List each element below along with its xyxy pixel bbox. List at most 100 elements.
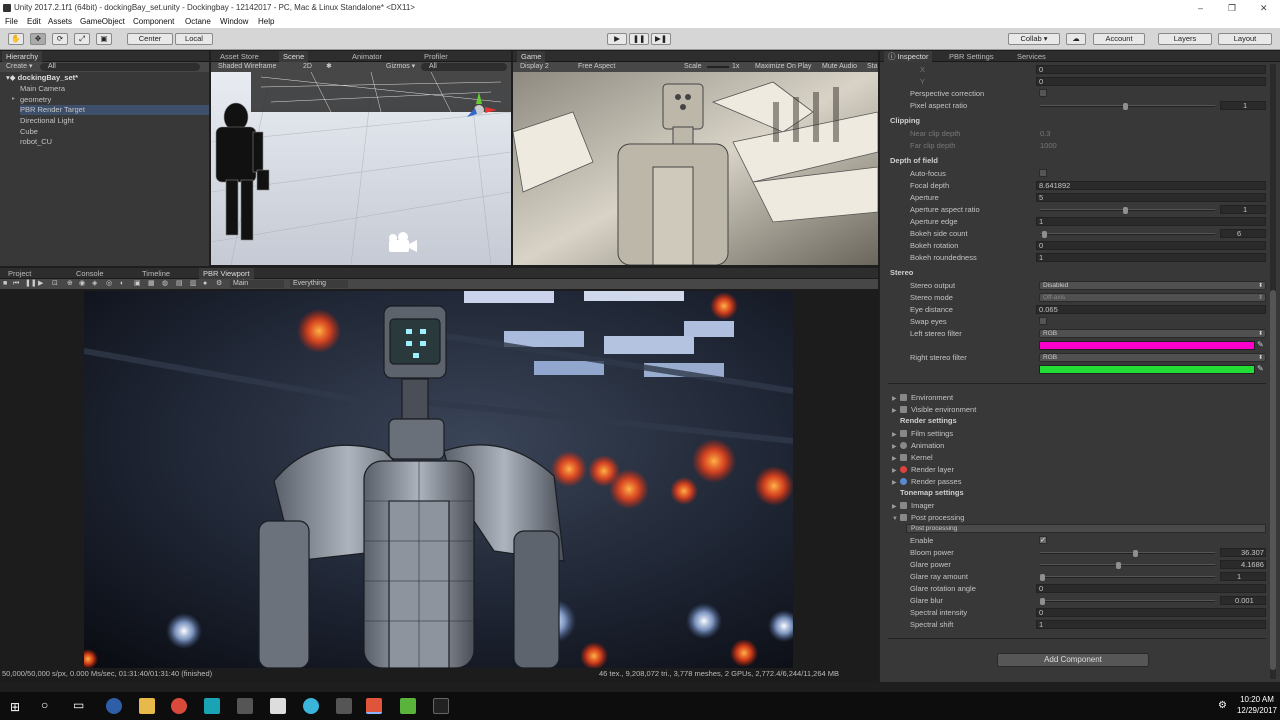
tab-pbr-viewport[interactable]: PBR Viewport (199, 268, 254, 279)
autofocus-checkbox[interactable] (1039, 169, 1047, 177)
mute-audio-toggle[interactable]: Mute Audio (822, 62, 857, 72)
maximize-on-play-toggle[interactable]: Maximize On Play (755, 62, 811, 72)
shading-mode-dropdown[interactable]: Shaded Wireframe (218, 62, 276, 72)
material-picker-icon[interactable]: ◈ (92, 279, 97, 289)
pixel-aspect-slider[interactable] (1040, 103, 1215, 110)
hierarchy-search-input[interactable]: All (40, 63, 200, 71)
tab-inspector[interactable]: ⓘ Inspector (884, 51, 933, 62)
unity-icon[interactable] (237, 698, 253, 714)
component-film-settings[interactable]: ▶ Film settings (892, 428, 953, 439)
maximize-button[interactable]: ❐ (1228, 0, 1236, 16)
account-button[interactable]: Account (1093, 33, 1145, 45)
bokeh-rotation-field[interactable]: 0 (1036, 241, 1266, 250)
aperture-aspect-field[interactable]: 1 (1220, 205, 1266, 214)
offset-x-field[interactable]: 0 (1036, 65, 1266, 74)
tab-game[interactable]: Game (517, 51, 546, 62)
hierarchy-item[interactable]: Directional Light (20, 116, 74, 126)
tab-profiler[interactable]: Profiler (420, 51, 452, 62)
gizmos-dropdown[interactable]: Gizmos ▾ (386, 62, 415, 72)
tab-project[interactable]: Project (4, 268, 35, 279)
menu-octane[interactable]: Octane (185, 16, 211, 28)
camtasia-icon[interactable] (400, 698, 416, 714)
focal-depth-field[interactable]: 8.641892 (1036, 181, 1266, 190)
glare-angle-field[interactable]: 0 (1036, 584, 1266, 593)
perspective-correction-checkbox[interactable] (1039, 89, 1047, 97)
start-render-icon[interactable]: ▶ (38, 279, 43, 289)
layers-button[interactable]: Layers (1158, 33, 1212, 45)
bokeh-roundedness-field[interactable]: 1 (1036, 253, 1266, 262)
component-render-layer[interactable]: ▶ Render layer (892, 464, 954, 475)
tab-timeline[interactable]: Timeline (138, 268, 174, 279)
subsample-icon[interactable]: ▤ (176, 279, 183, 289)
layout-button[interactable]: Layout (1218, 33, 1272, 45)
left-filter-dropdown[interactable]: RGB (1039, 329, 1266, 338)
component-visible-environment[interactable]: ▶ Visible environment (892, 404, 976, 415)
create-dropdown[interactable]: Create ▾ (6, 62, 32, 72)
app-icon[interactable] (106, 698, 122, 714)
bloom-power-field[interactable]: 36.307 (1220, 548, 1266, 557)
aspect-dropdown[interactable]: Free Aspect (578, 62, 615, 72)
bloom-power-slider[interactable] (1040, 550, 1215, 557)
pause-button[interactable]: ❚❚ (629, 33, 649, 45)
stop-icon[interactable]: ■ (3, 279, 7, 289)
rect-tool-button[interactable]: ▣ (96, 33, 112, 45)
menu-edit[interactable]: Edit (27, 16, 41, 28)
mail-icon[interactable] (270, 698, 286, 714)
right-filter-color-swatch[interactable] (1039, 365, 1255, 374)
cloud-button[interactable]: ☁ (1066, 33, 1086, 45)
aperture-aspect-slider[interactable] (1040, 207, 1215, 214)
camera-picker-icon[interactable]: ◉ (79, 279, 85, 289)
tab-hierarchy[interactable]: Hierarchy (2, 51, 43, 62)
hierarchy-item-selected[interactable]: PBR Render Target (20, 105, 209, 115)
stereo-mode-dropdown[interactable]: Off-axis (1039, 293, 1266, 302)
aperture-field[interactable]: 5 (1036, 193, 1266, 202)
hierarchy-item[interactable]: Main Camera (20, 84, 65, 94)
camera-dropdown[interactable]: Main (230, 280, 284, 288)
left-filter-color-swatch[interactable] (1039, 341, 1255, 350)
tab-console[interactable]: Console (72, 268, 108, 279)
menu-gameobject[interactable]: GameObject (80, 16, 125, 28)
lighting-icon[interactable]: ✱ (326, 62, 332, 72)
minimize-button[interactable]: – (1198, 0, 1203, 16)
white-point-icon[interactable]: ◐ (120, 279, 124, 289)
hierarchy-item[interactable]: geometry (20, 95, 51, 105)
clock-date[interactable]: 12/29/2017 (1236, 706, 1278, 715)
tab-asset-store[interactable]: Asset Store (216, 51, 263, 62)
menu-component[interactable]: Component (133, 16, 174, 28)
pause-render-icon[interactable]: ❚❚ (25, 279, 37, 289)
glare-ray-field[interactable]: 1 (1220, 572, 1266, 581)
eye-distance-field[interactable]: 0.065 (1036, 305, 1266, 314)
pivot-center-button[interactable]: Center (127, 33, 173, 45)
priority-icon[interactable]: ● (203, 279, 207, 289)
decal-icon[interactable]: ▥ (190, 279, 197, 289)
slider-knob[interactable] (1116, 562, 1121, 569)
component-imager[interactable]: ▶ Imager (892, 500, 934, 511)
eyedropper-icon[interactable]: ✎ (1257, 364, 1264, 373)
bokeh-side-slider[interactable] (1040, 231, 1215, 238)
scene-view[interactable] (211, 72, 511, 265)
component-environment[interactable]: ▶ Environment (892, 392, 953, 403)
component-render-passes[interactable]: ▶ Render passes (892, 476, 961, 487)
hierarchy-item[interactable]: robot_CU (20, 137, 52, 147)
notification-icon[interactable]: ⚙ (1218, 700, 1227, 711)
region-icon[interactable]: ▣ (134, 279, 141, 289)
play-button[interactable]: ▶ (607, 33, 627, 45)
display-dropdown[interactable]: Display 2 (520, 62, 549, 72)
offset-y-field[interactable]: 0 (1036, 77, 1266, 86)
octane-icon[interactable] (366, 698, 382, 714)
inspector-scroll-thumb[interactable] (1270, 290, 1276, 670)
glare-ray-slider[interactable] (1040, 574, 1215, 581)
save-render-icon[interactable]: ▦ (148, 279, 155, 289)
restart-icon[interactable]: ⏮ (13, 279, 19, 289)
windows-start-icon[interactable]: ⊞ (10, 700, 20, 714)
file-explorer-icon[interactable] (139, 698, 155, 714)
app-icon[interactable] (303, 698, 319, 714)
slider-knob[interactable] (1042, 231, 1047, 238)
2d-toggle[interactable]: 2D (303, 62, 312, 72)
menu-help[interactable]: Help (258, 16, 274, 28)
swap-eyes-checkbox[interactable] (1039, 317, 1047, 325)
menu-window[interactable]: Window (220, 16, 248, 28)
menu-assets[interactable]: Assets (48, 16, 72, 28)
slider-knob[interactable] (1123, 103, 1128, 110)
stereo-output-dropdown[interactable]: Disabled (1039, 281, 1266, 290)
